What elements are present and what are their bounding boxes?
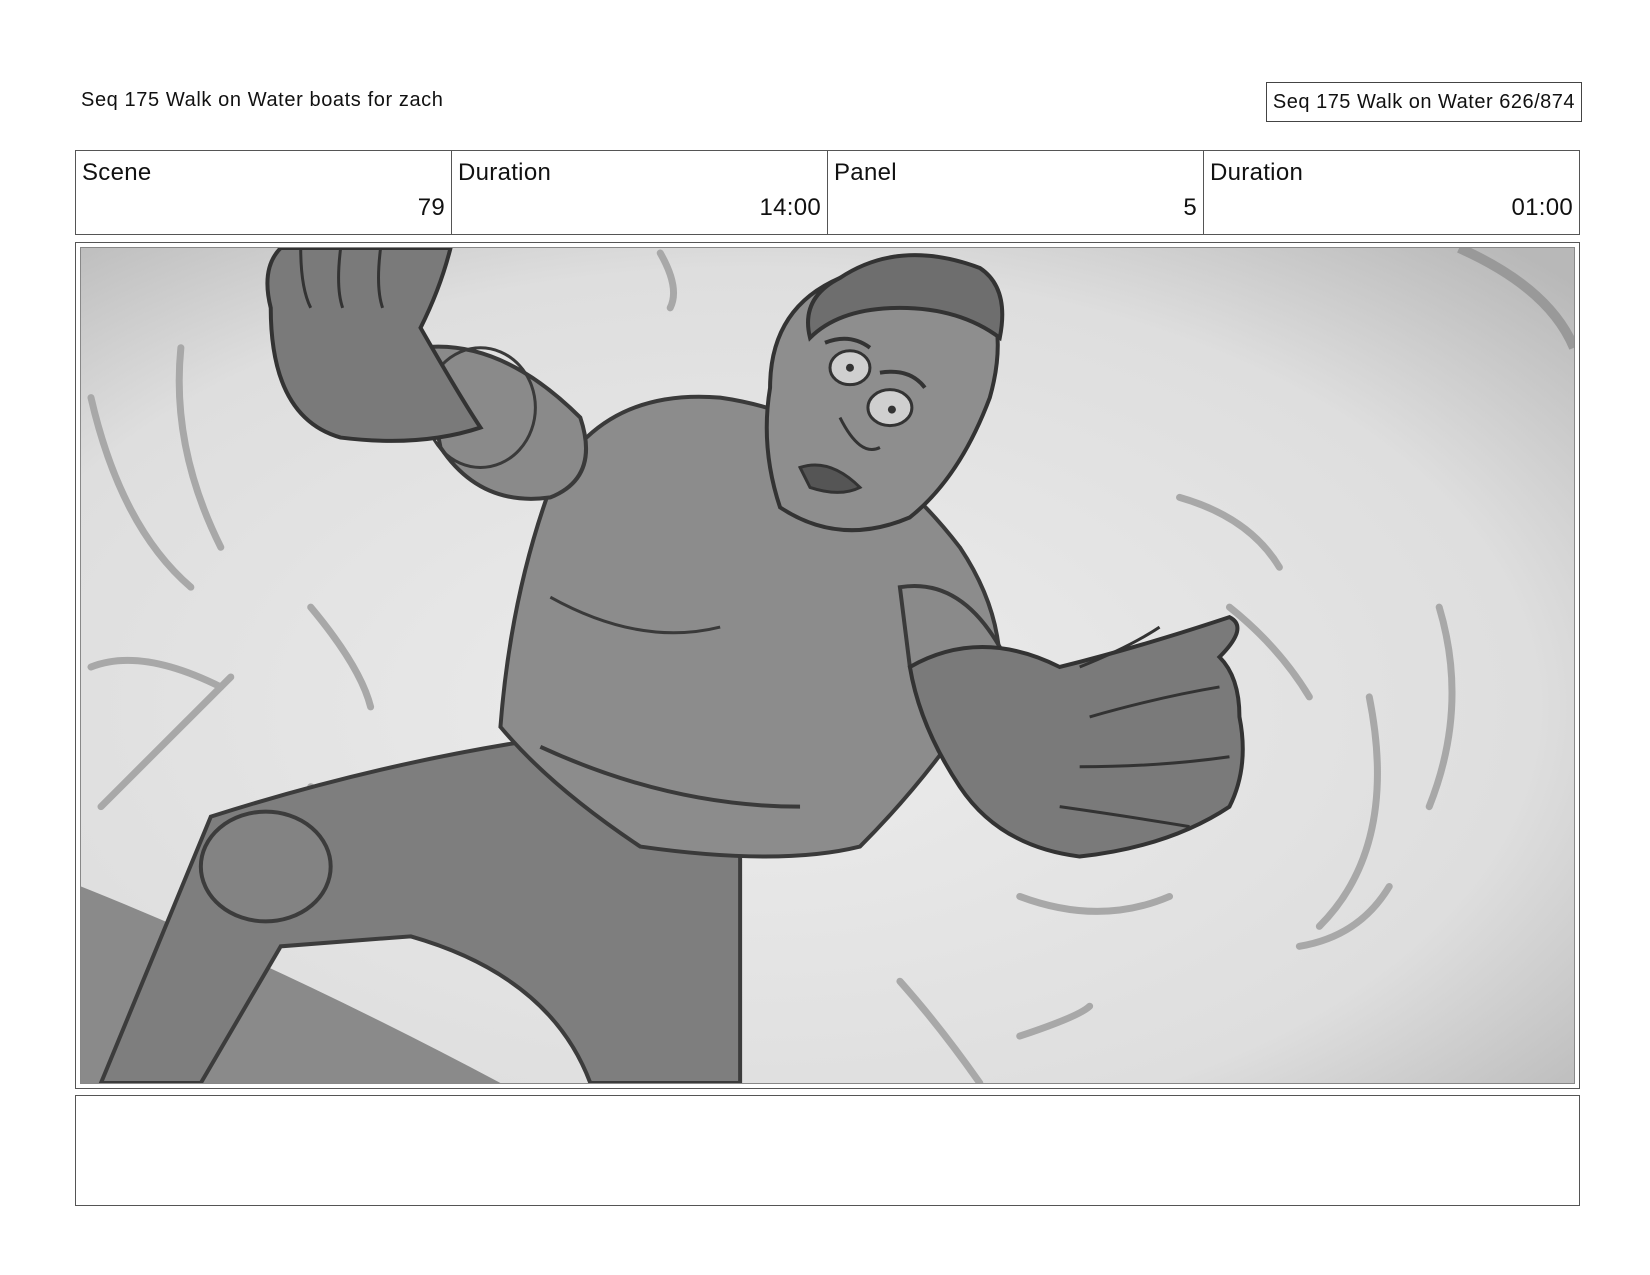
scene-duration-value: 14:00: [759, 194, 821, 221]
sketch-illustration: [81, 248, 1574, 1083]
scene-duration-label: Duration: [458, 159, 552, 186]
scene-cell: Scene 79: [76, 151, 452, 234]
scene-label: Scene: [82, 159, 152, 186]
panel-info-table: Scene 79 Duration 14:00 Panel 5 Duration…: [75, 150, 1580, 235]
storyboard-frame: [75, 242, 1580, 1089]
panel-notes-box: [75, 1095, 1580, 1206]
storyboard-drawing: [80, 247, 1575, 1084]
panel-duration-label: Duration: [1210, 159, 1304, 186]
panel-duration-value: 01:00: [1511, 194, 1573, 221]
panel-cell: Panel 5: [828, 151, 1204, 234]
page-label: Seq 175 Walk on Water 626/874: [1265, 82, 1582, 122]
panel-duration-cell: Duration 01:00: [1204, 151, 1579, 234]
panel-label: Panel: [834, 159, 897, 186]
scene-duration-cell: Duration 14:00: [452, 151, 828, 234]
panel-value: 5: [1183, 194, 1197, 221]
scene-value: 79: [417, 194, 445, 221]
sequence-title: Seq 175 Walk on Water boats for zach: [81, 89, 444, 111]
